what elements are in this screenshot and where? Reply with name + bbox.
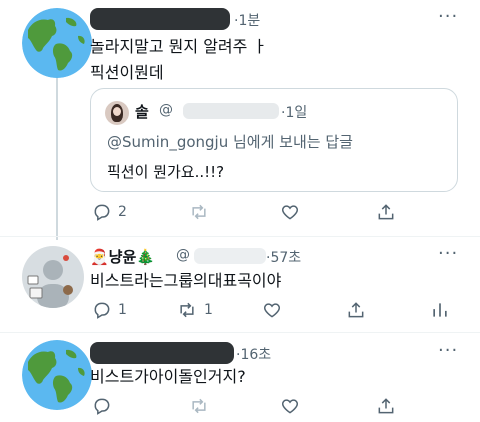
quoted-tweet[interactable]: 솔 @ ·1일 @Sumin_gongju 님에게 보내는 답글 픽션이 뭔가요…: [90, 88, 458, 192]
quote-avatar: [105, 101, 129, 125]
share-button[interactable]: [376, 202, 396, 222]
reply-count: 1: [118, 302, 127, 318]
handle: @: [176, 247, 190, 263]
retweet-button[interactable]: 1: [176, 300, 213, 320]
tweet-text: 비스트라는그룹의대표곡이야: [90, 271, 282, 290]
avatar[interactable]: [22, 246, 84, 308]
retweet-icon: [180, 302, 194, 318]
share-icon: [378, 204, 394, 220]
globe-avatar-icon: [22, 8, 92, 78]
reply-count: 2: [118, 204, 127, 220]
redacted-display-name: [90, 342, 234, 364]
tweet-time[interactable]: ·1분: [234, 10, 260, 30]
quote-time: ·1일: [281, 105, 308, 121]
quote-text: 픽션이 뭔가요..!!?: [107, 163, 225, 181]
tweet-text: 비스트가아이돌인거지?: [90, 367, 246, 386]
heart-icon: [263, 303, 281, 318]
tweet-text-line: 픽션이뭔데: [90, 63, 164, 82]
reply-icon: [94, 398, 110, 415]
retweet-button[interactable]: [188, 396, 210, 416]
analytics-button[interactable]: [430, 300, 450, 320]
redacted-handle: [183, 103, 279, 119]
reply-icon: [94, 302, 110, 319]
share-button[interactable]: [376, 396, 396, 416]
more-options-icon[interactable]: ···: [438, 243, 458, 264]
like-button[interactable]: [262, 300, 282, 320]
avatar[interactable]: [22, 8, 92, 78]
retweet-icon: [192, 398, 206, 414]
heart-icon: [281, 399, 299, 414]
redacted-display-name: [90, 8, 230, 30]
tweet-time[interactable]: ·16초: [236, 344, 271, 364]
retweet-count: 1: [204, 302, 213, 318]
analytics-icon: [433, 303, 447, 317]
retweet-icon: [192, 204, 206, 220]
quote-handle: @: [159, 102, 173, 118]
reply-button[interactable]: 1: [92, 300, 127, 320]
reply-button[interactable]: 2: [92, 202, 127, 222]
tweet-text: 놀라지말고 뭔지 알려주 ㅏ 픽션이뭔데: [90, 34, 267, 86]
share-icon: [378, 398, 394, 414]
tweet-time[interactable]: ·57초: [266, 247, 301, 267]
more-options-icon[interactable]: ···: [438, 340, 458, 361]
redacted-handle: [194, 248, 266, 264]
heart-icon: [281, 205, 299, 220]
quote-author-name: 솔: [135, 103, 149, 121]
thread-line: [56, 72, 58, 240]
reply-button[interactable]: [92, 396, 112, 416]
share-button[interactable]: [346, 300, 366, 320]
share-icon: [348, 302, 364, 318]
more-options-icon[interactable]: ···: [438, 6, 458, 27]
divider: [0, 236, 480, 237]
divider: [0, 332, 480, 333]
avatar[interactable]: [22, 340, 92, 410]
retweet-button[interactable]: [188, 202, 210, 222]
like-button[interactable]: [280, 396, 300, 416]
default-user-icon: [27, 255, 73, 308]
like-button[interactable]: [280, 202, 300, 222]
reply-to-line[interactable]: @Sumin_gongju 님에게 보내는 답글: [107, 131, 353, 152]
tweet-text-line: 놀라지말고 뭔지 알려주 ㅏ: [90, 37, 268, 56]
reply-icon: [94, 204, 110, 221]
globe-avatar-icon: [22, 340, 92, 410]
display-name[interactable]: 🎅냥윤🎄: [90, 246, 155, 267]
